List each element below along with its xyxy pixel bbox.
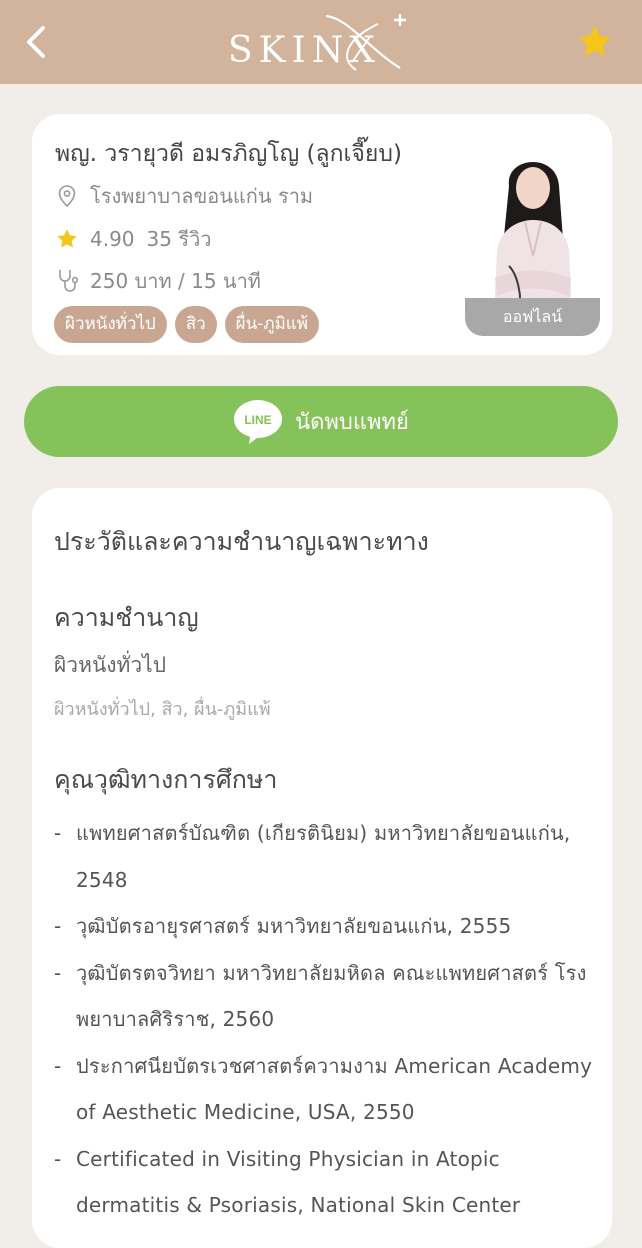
hospital-name: โรงพยาบาลขอนแก่น ราม bbox=[90, 184, 314, 208]
education-item: วุฒิบัตรอายุรศาสตร์ มหาวิทยาลัยขอนแก่น, … bbox=[54, 903, 594, 950]
location-pin-icon bbox=[54, 183, 80, 209]
specialty-tag[interactable]: ผื่น-ภูมิแพ้ bbox=[224, 306, 319, 343]
rating-star-icon bbox=[54, 226, 80, 252]
doctor-card[interactable]: พญ. วรายุวดี อมรภิญโญ (ลูกเจี๊ยบ) โรงพยา… bbox=[32, 114, 612, 355]
star-icon bbox=[578, 25, 612, 57]
education-item: วุฒิบัตรตจวิทยา มหาวิทยาลัยมหิดล คณะแพทย… bbox=[54, 950, 594, 1043]
book-appointment-button[interactable]: LINE นัดพบแพทย์ bbox=[24, 386, 618, 457]
specialty-tag[interactable]: สิว bbox=[174, 306, 217, 343]
history-title: ประวัติและความชำนาญเฉพาะทาง bbox=[54, 527, 429, 556]
specialty-tag[interactable]: ผิวหนังทั่วไป bbox=[54, 306, 167, 343]
book-appointment-label: นัดพบแพทย์ bbox=[295, 410, 409, 435]
specialty-list: ผิวหนังทั่วไป, สิว, ผื่น-ภูมิแพ้ bbox=[54, 699, 271, 720]
logo-swoosh bbox=[325, 14, 406, 71]
education-item: ประกาศนียบัตรเวชศาสตร์ความงาม American A… bbox=[54, 1043, 594, 1136]
chevron-left-icon bbox=[27, 26, 45, 58]
education-heading: คุณวุฒิทางการศึกษา bbox=[54, 765, 278, 794]
consultation-fee: 250 บาท / 15 นาที bbox=[90, 269, 261, 293]
skinx-logo: SKINX bbox=[228, 8, 416, 76]
status-badge: ออฟไลน์ bbox=[465, 298, 600, 336]
back-button[interactable] bbox=[18, 22, 54, 62]
history-card: ประวัติและความชำนาญเฉพาะทาง ความชำนาญ ผิ… bbox=[32, 488, 612, 1248]
favorite-button[interactable] bbox=[575, 22, 615, 62]
education-item: แพทยศาสตร์บัณฑิต (เกียรตินิยม) มหาวิทยาล… bbox=[54, 810, 594, 903]
education-item: Certificated in Visiting Physician in At… bbox=[54, 1136, 594, 1229]
line-chat-icon: LINE bbox=[234, 399, 283, 444]
fee-row: 250 บาท / 15 นาที bbox=[54, 265, 261, 297]
rating-value: 4.90 bbox=[90, 227, 135, 251]
specialty-primary: ผิวหนังทั่วไป bbox=[54, 653, 167, 677]
education-list: แพทยศาสตร์บัณฑิต (เกียรตินิยม) มหาวิทยาล… bbox=[54, 810, 594, 1229]
line-icon-text: LINE bbox=[244, 413, 271, 427]
specialty-tags: ผิวหนังทั่วไป สิว ผื่น-ภูมิแพ้ bbox=[54, 306, 319, 343]
doctor-name: พญ. วรายุวดี อมรภิญโญ (ลูกเจี๊ยบ) bbox=[55, 141, 402, 167]
rating-row: 4.90 35 รีวิว bbox=[54, 223, 212, 255]
stethoscope-icon bbox=[54, 268, 80, 294]
review-count: 35 รีวิว bbox=[146, 227, 212, 251]
hospital-row: โรงพยาบาลขอนแก่น ราม bbox=[54, 180, 313, 212]
top-bar: SKINX bbox=[0, 0, 642, 84]
specialty-heading: ความชำนาญ bbox=[54, 603, 199, 632]
